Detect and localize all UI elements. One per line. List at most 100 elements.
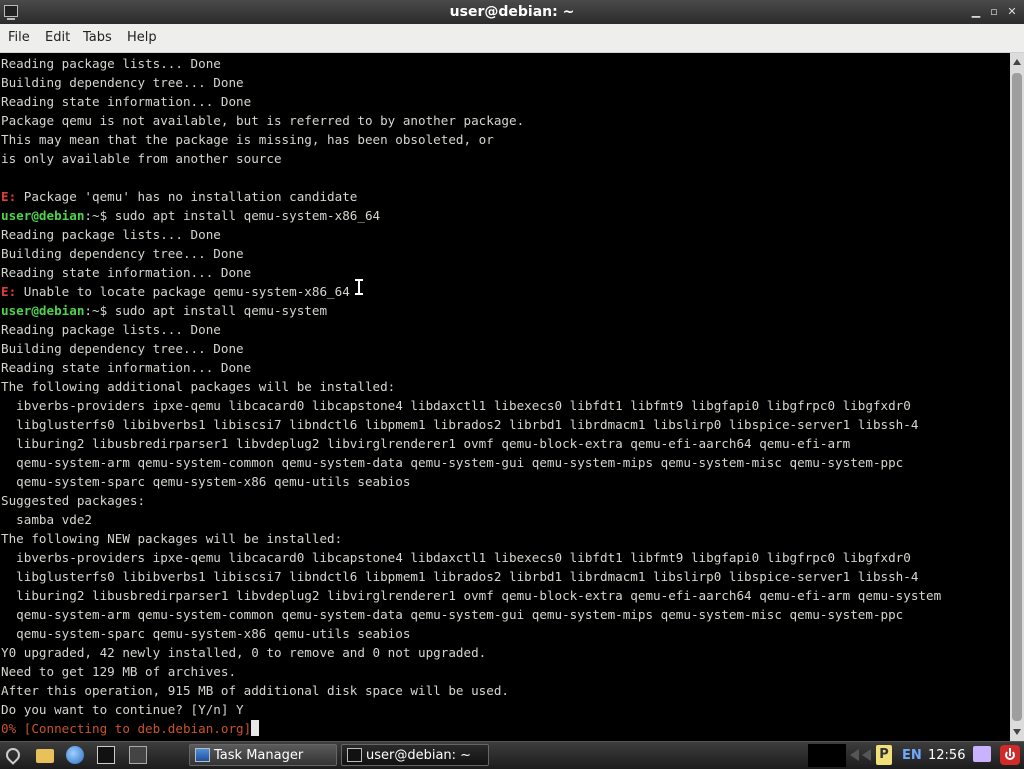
terminal-text-segment: samba vde2 (1, 512, 92, 527)
terminal-line: ibverbs-providers ipxe-qemu libcacard0 l… (1, 548, 941, 567)
package-updater-icon[interactable]: P (876, 745, 892, 765)
terminal-line: Reading package lists... Done (1, 225, 941, 244)
terminal-text-segment: This may mean that the package is missin… (1, 132, 494, 147)
scrollbar-thumb[interactable] (1012, 73, 1022, 721)
terminal-line: Suggested packages: (1, 491, 941, 510)
terminal-line: Do you want to continue? [Y/n] Y (1, 700, 941, 719)
terminal-text-segment: Suggested packages: (1, 493, 146, 508)
terminal-text-segment: Reading state information... Done (1, 94, 252, 109)
text-cursor (251, 720, 260, 736)
menu-help[interactable]: Help (127, 24, 157, 52)
keyboard-layout[interactable]: EN (902, 742, 922, 769)
scroll-down-icon[interactable] (1013, 729, 1021, 735)
web-browser-icon[interactable] (66, 746, 84, 764)
menu-tabs[interactable]: Tabs (83, 24, 112, 52)
terminal-launcher-icon[interactable] (97, 746, 115, 764)
terminal-line: libglusterfs0 libibverbs1 libiscsi7 libn… (1, 415, 941, 434)
taskbar-task-manager-label: Task Manager (214, 748, 304, 763)
scroll-up-icon[interactable] (1013, 59, 1021, 65)
terminal-text-segment: Building dependency tree... Done (1, 246, 244, 261)
terminal-window-icon (347, 748, 362, 762)
taskbar-terminal-button[interactable]: user@debian: ~ (341, 744, 489, 766)
show-desktop-icon[interactable] (129, 746, 147, 764)
terminal-line: E: Package 'qemu' has no installation ca… (1, 187, 941, 206)
window-title: user@debian: ~ (449, 4, 575, 20)
terminal-line: After this operation, 915 MB of addition… (1, 681, 941, 700)
prompt-user: user@debian (1, 208, 85, 223)
terminal-line: samba vde2 (1, 510, 941, 529)
volume-wave-icon (862, 749, 871, 761)
terminal-text-segment: Reading package lists... Done (1, 322, 221, 337)
window-titlebar[interactable]: user@debian: ~ ▁ ▫ ✕ (0, 0, 1024, 24)
terminal-text-segment: qemu-system-arm qemu-system-common qemu-… (1, 455, 904, 470)
terminal-line: 0% [Connecting to deb.debian.org] (1, 719, 941, 738)
terminal-line: Reading package lists... Done (1, 54, 941, 73)
terminal-text-segment: libglusterfs0 libibverbs1 libiscsi7 libn… (1, 569, 919, 584)
start-menu-icon[interactable] (4, 746, 22, 764)
terminal-text-segment: Unable to locate package qemu-system-x86… (16, 284, 350, 299)
terminal-text-segment: :~$ (84, 208, 108, 223)
terminal-line: liburing2 libusbredirparser1 libvdeplug2… (1, 434, 941, 453)
terminal-line: user@debian:~$ sudo apt install qemu-sys… (1, 301, 941, 320)
prompt-user: user@debian (1, 303, 85, 318)
terminal-line: is only available from another source (1, 149, 941, 168)
terminal-line: E: Unable to locate package qemu-system-… (1, 282, 941, 301)
terminal-line: Package qemu is not available, but is re… (1, 111, 941, 130)
volume-icon[interactable] (850, 749, 859, 761)
terminal-line: Reading package lists... Done (1, 320, 941, 339)
terminal-output[interactable]: Reading package lists... Done Building de… (0, 53, 1010, 741)
power-icon[interactable] (1000, 745, 1020, 765)
terminal-scrollbar[interactable] (1010, 53, 1024, 741)
terminal-text-segment: Reading state information... Done (1, 360, 252, 375)
terminal-line: qemu-system-sparc qemu-system-x86 qemu-u… (1, 624, 941, 643)
terminal-text-segment: Building dependency tree... Done (1, 75, 244, 90)
minimize-icon[interactable]: ▁ (968, 4, 984, 20)
terminal-text-segment: qemu-system-arm qemu-system-common qemu-… (1, 607, 904, 622)
terminal-text-segment: After this operation, 915 MB of addition… (1, 683, 509, 698)
terminal-line: This may mean that the package is missin… (1, 130, 941, 149)
clock[interactable]: 12:56 (928, 742, 965, 769)
terminal-text-segment: sudo apt install qemu-system-x86_64 (107, 208, 381, 223)
terminal-line: user@debian:~$ sudo apt install qemu-sys… (1, 206, 941, 225)
terminal-text-segment: Package 'qemu' has no installation candi… (16, 189, 358, 204)
terminal-text-segment: The following NEW packages will be insta… (1, 531, 343, 546)
file-manager-icon[interactable] (36, 749, 54, 763)
menu-file[interactable]: File (8, 24, 30, 52)
mouse-ibeam-cursor-icon (354, 279, 364, 295)
maximize-icon[interactable]: ▫ (986, 4, 1002, 20)
terminal-line: Building dependency tree... Done (1, 339, 941, 358)
terminal-line: qemu-system-arm qemu-system-common qemu-… (1, 605, 941, 624)
terminal-line: Building dependency tree... Done (1, 73, 941, 92)
terminal-text-segment: ibverbs-providers ipxe-qemu libcacard0 l… (1, 398, 911, 413)
menubar: File Edit Tabs Help (0, 24, 1024, 53)
terminal-line: Building dependency tree... Done (1, 244, 941, 263)
task-manager-icon (195, 748, 210, 762)
tray-applet[interactable] (808, 744, 846, 767)
terminal-text-segment: liburing2 libusbredirparser1 libvdeplug2… (1, 588, 942, 603)
terminal-text-segment: liburing2 libusbredirparser1 libvdeplug2… (1, 436, 851, 451)
terminal-text-segment: is only available from another source (1, 151, 282, 166)
terminal-text-segment: qemu-system-sparc qemu-system-x86 qemu-u… (1, 626, 411, 641)
terminal-text-segment: Y0 upgraded, 42 newly installed, 0 to re… (1, 645, 487, 660)
terminal-line: Reading state information... Done (1, 358, 941, 377)
terminal-line: qemu-system-arm qemu-system-common qemu-… (1, 453, 941, 472)
terminal-text-segment: :~$ (84, 303, 108, 318)
terminal-text-segment: Do you want to continue? [Y/n] Y (1, 702, 244, 717)
screen-lock-icon[interactable] (973, 746, 991, 762)
error-label: E: (1, 189, 17, 204)
menu-edit[interactable]: Edit (45, 24, 70, 52)
close-icon[interactable]: ✕ (1004, 4, 1020, 20)
terminal-line: Y0 upgraded, 42 newly installed, 0 to re… (1, 643, 941, 662)
terminal-text-segment: ibverbs-providers ipxe-qemu libcacard0 l… (1, 550, 911, 565)
terminal-text-segment: Reading package lists... Done (1, 227, 221, 242)
taskbar-task-manager-button[interactable]: Task Manager (189, 744, 337, 766)
terminal-text-segment: qemu-system-sparc qemu-system-x86 qemu-u… (1, 474, 411, 489)
terminal-text-segment: Building dependency tree... Done (1, 341, 244, 356)
terminal-line: libglusterfs0 libibverbs1 libiscsi7 libn… (1, 567, 941, 586)
terminal-line: ibverbs-providers ipxe-qemu libcacard0 l… (1, 396, 941, 415)
terminal-text-segment: Reading state information... Done (1, 265, 252, 280)
terminal-line: The following additional packages will b… (1, 377, 941, 396)
terminal-text-segment: libglusterfs0 libibverbs1 libiscsi7 libn… (1, 417, 919, 432)
taskbar: Task Manager user@debian: ~ P EN 12:56 (0, 741, 1024, 769)
progress-status: 0% [Connecting to deb.debian.org] (1, 721, 252, 736)
